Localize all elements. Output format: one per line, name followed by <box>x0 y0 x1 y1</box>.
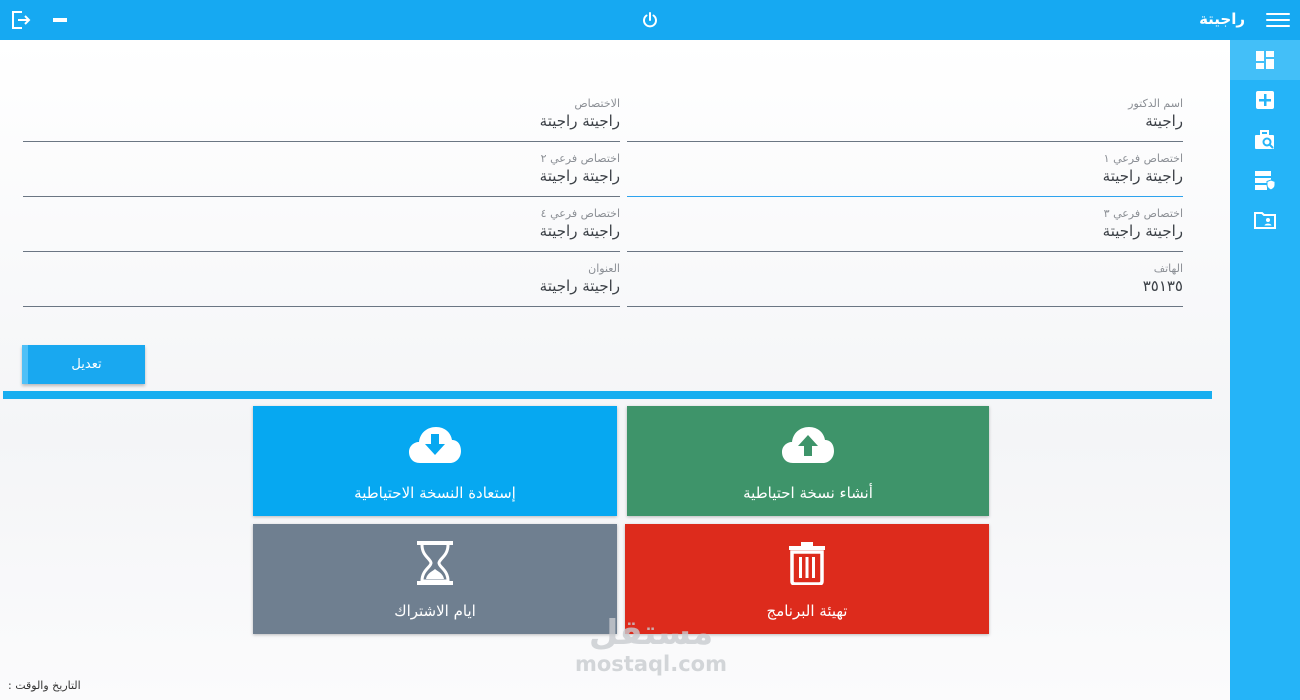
field-label: اختصاص فرعي ٣ <box>1103 207 1183 220</box>
cloud-upload-icon <box>782 427 834 463</box>
section-divider <box>3 391 1212 399</box>
dashboard-icon <box>1256 51 1274 69</box>
main-content: اسم الدكتور راجيتة اختصاص فرعي ١ راجيتة … <box>0 40 1230 700</box>
field-value: راجيتة راجيتة <box>539 112 620 130</box>
specialty-field[interactable]: الاختصاص راجيتة راجيتة <box>23 97 620 142</box>
address-field[interactable]: العنوان راجيتة راجيتة <box>23 262 620 307</box>
field-label: الهاتف <box>1153 262 1183 275</box>
add-icon <box>1256 91 1274 109</box>
restore-backup-tile[interactable]: إستعادة النسخة الاحتياطية <box>253 406 617 516</box>
power-icon[interactable] <box>640 10 660 30</box>
watermark: مستقل mostaql.com <box>571 615 731 685</box>
sub-specialty-3-field[interactable]: اختصاص فرعي ٣ راجيتة راجيتة <box>627 207 1183 252</box>
field-label: الاختصاص <box>574 97 620 110</box>
field-value: راجيتة <box>1145 112 1183 130</box>
top-bar: راجيتة <box>0 0 1300 40</box>
server-shield-icon <box>1255 171 1276 191</box>
subscription-days-tile[interactable]: ايام الاشتراك <box>253 524 617 634</box>
create-backup-tile[interactable]: أنشاء نسخة احتياطية <box>627 406 989 516</box>
sidebar-item-add[interactable] <box>1230 80 1300 120</box>
field-label: اسم الدكتور <box>1128 97 1183 110</box>
field-value: راجيتة راجيتة <box>539 167 620 185</box>
sidebar-item-server-security[interactable] <box>1230 160 1300 200</box>
sidebar-item-patients-folder[interactable] <box>1230 200 1300 240</box>
sub-specialty-1-field[interactable]: اختصاص فرعي ١ راجيتة راجيتة <box>627 152 1183 197</box>
field-value: ٣٥١٣٥ <box>1142 277 1183 295</box>
field-value: راجيتة راجيتة <box>1102 222 1183 240</box>
doctor-name-field[interactable]: اسم الدكتور راجيتة <box>627 97 1183 142</box>
sidebar <box>1230 40 1300 700</box>
tile-label: إستعادة النسخة الاحتياطية <box>354 484 516 502</box>
field-label: العنوان <box>588 262 620 275</box>
field-label: اختصاص فرعي ٤ <box>540 207 620 220</box>
edit-button[interactable]: تعديل <box>22 345 145 384</box>
sub-specialty-4-field[interactable]: اختصاص فرعي ٤ راجيتة راجيتة <box>23 207 620 252</box>
exit-icon[interactable] <box>10 9 32 31</box>
menu-icon[interactable] <box>1266 9 1290 31</box>
field-value: راجيتة راجيتة <box>539 277 620 295</box>
tile-label: ايام الاشتراك <box>394 602 476 620</box>
field-label: اختصاص فرعي ٢ <box>540 152 620 165</box>
watermark-logo: مستقل <box>588 613 714 653</box>
sidebar-item-dashboard[interactable] <box>1230 40 1300 80</box>
field-label: اختصاص فرعي ١ <box>1103 152 1183 165</box>
watermark-site: mostaql.com <box>575 652 727 676</box>
folder-user-icon <box>1254 212 1276 229</box>
phone-field[interactable]: الهاتف ٣٥١٣٥ <box>627 262 1183 307</box>
sub-specialty-2-field[interactable]: اختصاص فرعي ٢ راجيتة راجيتة <box>23 152 620 197</box>
hourglass-icon <box>417 541 453 585</box>
tile-label: أنشاء نسخة احتياطية <box>743 484 873 502</box>
sidebar-item-search-cases[interactable] <box>1230 120 1300 160</box>
field-value: راجيتة راجيتة <box>539 222 620 240</box>
field-value: راجيتة راجيتة <box>1102 167 1183 185</box>
briefcase-search-icon <box>1255 130 1274 149</box>
datetime-label: التاريخ والوقت : <box>8 679 81 692</box>
trash-icon <box>789 542 825 585</box>
minimize-icon[interactable] <box>53 18 67 22</box>
cloud-download-icon <box>409 427 461 463</box>
app-title: راجيتة <box>1199 10 1245 28</box>
tile-label: تهيئة البرنامج <box>766 602 848 620</box>
